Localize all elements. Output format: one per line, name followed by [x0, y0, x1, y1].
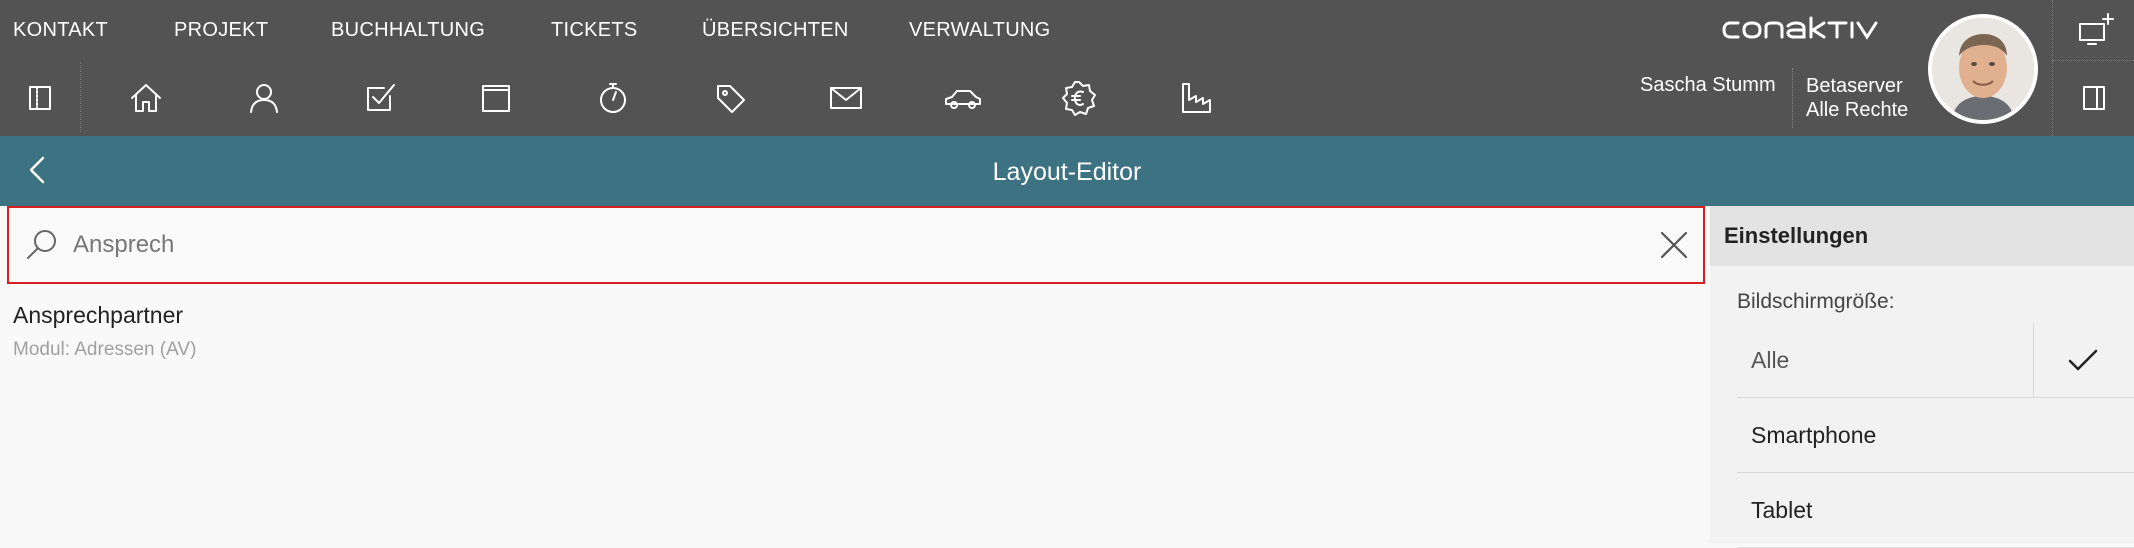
sidebar-right-icon[interactable] [2070, 74, 2118, 122]
right-divider-horizontal [2052, 60, 2134, 61]
factory-icon[interactable] [1172, 74, 1220, 122]
screen-size-label: Bildschirmgröße: [1737, 290, 1895, 313]
server-name: Betaserver [1806, 75, 1903, 97]
option-check-cell [2033, 323, 2134, 397]
user-rights: Alle Rechte [1806, 99, 1909, 121]
option-label: Tablet [1751, 497, 1813, 523]
settings-header: Einstellungen [1710, 206, 2134, 266]
toolbar-divider [80, 62, 81, 132]
server-info[interactable]: Betaserver Alle Rechte [1806, 74, 1908, 122]
menu-item-projekt[interactable]: PROJEKT [174, 19, 268, 42]
top-navigation-bar: KONTAKT PROJEKT BUCHHALTUNG TICKETS ÜBER… [0, 0, 2134, 136]
tag-icon[interactable] [706, 74, 754, 122]
search-input[interactable] [73, 222, 1613, 268]
mail-icon[interactable] [822, 74, 870, 122]
settings-panel: Einstellungen Bildschirmgröße: Alle Smar… [1710, 206, 2134, 548]
menu-item-verwaltung[interactable]: VERWALTUNG [909, 19, 1051, 42]
title-bar: Layout-Editor [0, 136, 2134, 206]
new-window-icon[interactable] [2070, 6, 2118, 54]
menu-item-tickets[interactable]: TICKETS [551, 19, 638, 42]
stopwatch-icon[interactable] [589, 74, 637, 122]
screen-size-option-alle[interactable]: Alle [1737, 323, 2134, 398]
user-name[interactable]: Sascha Stumm [1640, 74, 1776, 97]
search-bar [7, 206, 1705, 284]
screen-size-option-tablet[interactable]: Tablet [1737, 473, 2134, 548]
option-label: Smartphone [1751, 422, 1877, 448]
person-icon[interactable] [240, 74, 288, 122]
settings-title: Einstellungen [1724, 223, 1869, 248]
car-icon[interactable] [939, 74, 987, 122]
result-title: Ansprechpartner [13, 302, 184, 328]
sidebar-left-icon[interactable] [16, 74, 64, 122]
user-divider [1792, 68, 1793, 128]
menu-item-buchhaltung[interactable]: BUCHHALTUNG [331, 19, 485, 42]
main-content: Ansprechpartner Modul: Adressen (AV) [0, 206, 1710, 543]
screen-size-option-smartphone[interactable]: Smartphone [1737, 398, 2134, 473]
task-check-icon[interactable] [356, 74, 404, 122]
checkmark-icon [2068, 349, 2098, 371]
search-result-item[interactable]: Ansprechpartner Modul: Adressen (AV) [13, 302, 196, 361]
clear-search-icon[interactable] [1655, 226, 1693, 264]
result-module: Modul: Adressen (AV) [13, 339, 197, 360]
option-label: Alle [1751, 347, 1790, 373]
right-divider [2052, 0, 2053, 136]
conaktiv-logo [1722, 16, 1912, 44]
menu-item-uebersichten[interactable]: ÜBERSICHTEN [702, 19, 849, 42]
search-icon [23, 226, 61, 264]
page-title: Layout-Editor [992, 158, 1142, 186]
euro-badge-icon[interactable] [1055, 74, 1103, 122]
menu-item-kontakt[interactable]: KONTAKT [13, 19, 108, 42]
avatar[interactable] [1928, 14, 2038, 124]
window-icon[interactable] [472, 74, 520, 122]
home-icon[interactable] [122, 74, 170, 122]
